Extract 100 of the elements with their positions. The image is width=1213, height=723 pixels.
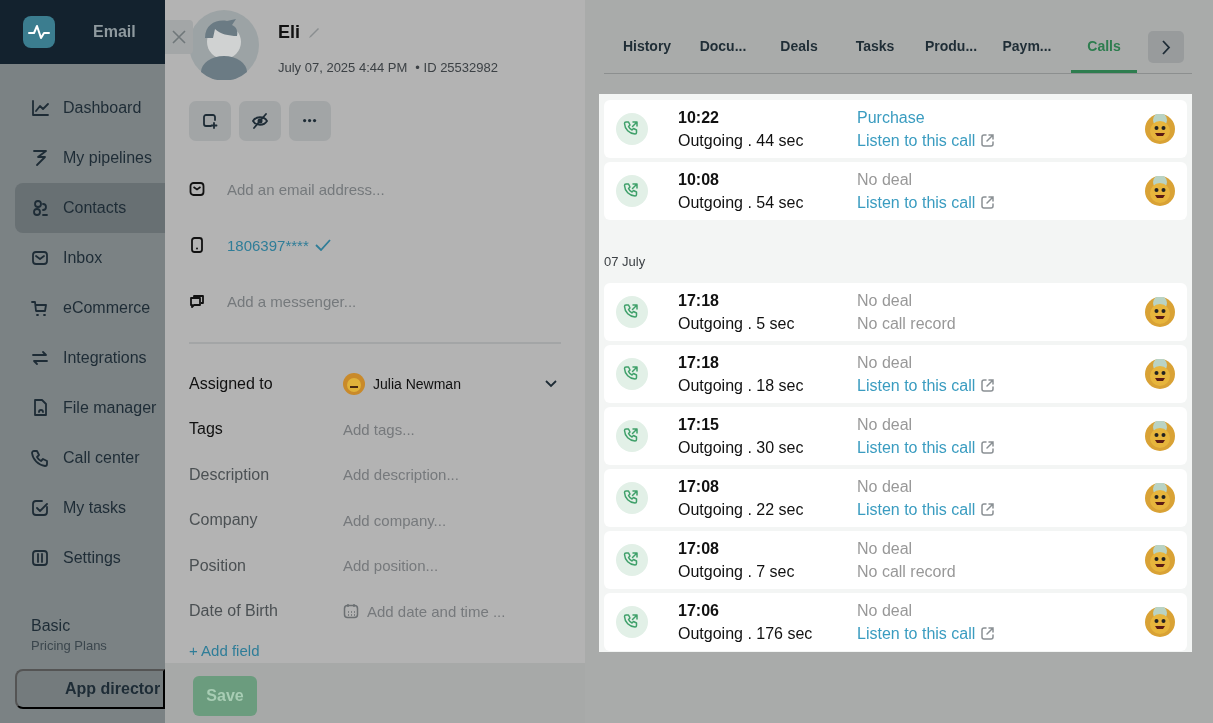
outgoing-call-icon	[616, 420, 648, 452]
listen-link[interactable]: Listen to this call	[857, 438, 996, 457]
call-time: 10:08	[678, 170, 720, 189]
outgoing-call-icon	[616, 296, 648, 328]
listen-link[interactable]: Listen to this call	[857, 624, 996, 643]
user-avatar	[1145, 421, 1175, 451]
call-summary: Outgoing . 22 sec	[678, 500, 805, 519]
external-link-icon	[980, 626, 996, 641]
outgoing-call-icon	[616, 544, 648, 576]
tags-field[interactable]: Add tags...	[343, 420, 415, 438]
nav-item[interactable]: Inbox	[15, 233, 165, 283]
call-summary: Outgoing . 30 sec	[678, 438, 805, 457]
hide-button[interactable]	[239, 101, 281, 141]
plan-caption[interactable]: Pricing Plans	[31, 638, 165, 653]
field-label: Description	[189, 465, 271, 484]
lightning-icon	[30, 148, 50, 168]
outgoing-call-icon	[616, 606, 648, 638]
record-status: No call record	[857, 314, 956, 333]
nav-item[interactable]: My pipelines	[15, 133, 165, 183]
assignee-name[interactable]: Julia Newman	[373, 375, 461, 392]
phone-icon	[30, 448, 50, 468]
call-time: 17:18	[678, 353, 720, 372]
deal-status: No deal	[857, 601, 914, 620]
app-directory-button[interactable]: App director	[15, 669, 165, 709]
deal-status: No deal	[857, 539, 914, 558]
tab[interactable]: Produ...	[913, 31, 989, 73]
listen-link[interactable]: Listen to this call	[857, 500, 996, 519]
phone-number[interactable]: 1806397****	[227, 236, 331, 254]
tab[interactable]: Tasks	[837, 31, 913, 73]
call-time: 17:08	[678, 477, 720, 496]
tab[interactable]: Docu...	[685, 31, 761, 73]
call-summary: Outgoing . 44 sec	[678, 131, 805, 150]
chat-bubbles-icon	[189, 293, 205, 309]
tab[interactable]: Paym...	[989, 31, 1065, 73]
email-field[interactable]: Add an email address...	[227, 180, 527, 198]
dots-icon	[303, 119, 317, 123]
user-avatar	[1145, 607, 1175, 637]
deal-link[interactable]: Purchase	[857, 108, 996, 127]
user-avatar	[1145, 483, 1175, 513]
text-field[interactable]: Add company...	[343, 511, 447, 529]
date-heading: 07 July	[604, 253, 647, 271]
arrows-icon	[30, 348, 50, 368]
listen-link[interactable]: Listen to this call	[857, 376, 996, 395]
field-label: Assigned to	[189, 374, 274, 393]
listen-link[interactable]: Listen to this call	[857, 131, 996, 150]
user-avatar	[1145, 359, 1175, 389]
nav-item[interactable]: Dashboard	[15, 83, 165, 133]
tab[interactable]: History	[609, 31, 685, 73]
nav-item[interactable]: eCommerce	[15, 283, 165, 333]
text-field[interactable]: Add position...	[343, 557, 439, 575]
nav-item[interactable]: My tasks	[15, 483, 165, 533]
deal-status: No deal	[857, 353, 914, 372]
user-avatar	[343, 372, 365, 395]
outgoing-call-icon	[616, 482, 648, 514]
outgoing-call-icon	[616, 358, 648, 390]
eye-slash-icon	[251, 112, 269, 130]
app-name: Email	[93, 23, 136, 41]
nav-item[interactable]: File manager	[15, 383, 165, 433]
plan-name: Basic	[31, 617, 72, 635]
field-label: Position	[189, 556, 247, 575]
checkbox-icon	[30, 498, 50, 518]
cart-icon	[30, 298, 50, 318]
chart-icon	[30, 98, 50, 118]
field-label: Date of Birth	[189, 602, 279, 621]
call-summary: Outgoing . 7 sec	[678, 562, 796, 581]
avatar-silhouette-icon	[189, 10, 259, 80]
messenger-field[interactable]: Add a messenger...	[227, 292, 527, 310]
listen-link[interactable]: Listen to this call	[857, 193, 996, 212]
pencil-icon	[308, 26, 320, 39]
nav-item[interactable]: Call center	[15, 433, 165, 483]
call-time: 17:06	[678, 601, 720, 620]
nav-item[interactable]: Integrations	[15, 333, 165, 383]
deal-status: No deal	[857, 477, 914, 496]
tab[interactable]: Calls	[1071, 31, 1137, 73]
envelope-icon	[189, 181, 205, 197]
nav-item[interactable]: Settings	[15, 533, 165, 583]
call-summary: Outgoing . 5 sec	[678, 314, 796, 333]
deal-status: No deal	[857, 291, 914, 310]
call-time: 17:08	[678, 539, 720, 558]
external-link-icon	[980, 133, 996, 148]
outgoing-call-icon	[616, 113, 648, 145]
call-time: 17:18	[678, 291, 720, 310]
date-field[interactable]: Add date and time ...	[367, 602, 506, 620]
chevron-right-icon	[1161, 39, 1171, 55]
contact-name: Eli	[278, 22, 300, 43]
field-label: Company	[189, 511, 259, 530]
close-button[interactable]	[165, 20, 193, 54]
user-avatar	[1145, 176, 1175, 206]
call-time: 10:22	[678, 108, 720, 127]
user-avatar	[1145, 545, 1175, 575]
tab[interactable]: Deals	[761, 31, 837, 73]
new-window-button[interactable]	[189, 101, 231, 141]
text-field[interactable]: Add description...	[343, 466, 459, 484]
user-avatar	[1145, 114, 1175, 144]
external-link-icon	[980, 378, 996, 393]
call-summary: Outgoing . 54 sec	[678, 193, 805, 212]
save-button[interactable]: Save	[193, 676, 257, 716]
next-tabs-button[interactable]	[1148, 31, 1184, 63]
nav-item[interactable]: Contacts	[15, 183, 165, 233]
add-field-link[interactable]: + Add field	[189, 642, 260, 659]
